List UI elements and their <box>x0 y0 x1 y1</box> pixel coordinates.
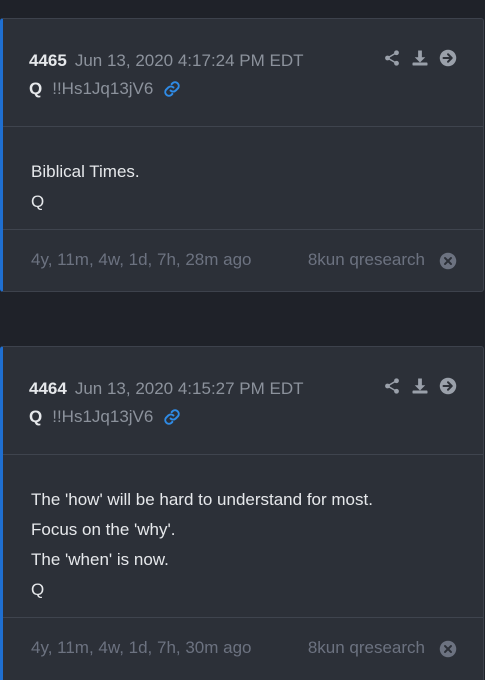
post-body-line: The 'when' is now. <box>31 550 169 569</box>
post-timestamp: Jun 13, 2020 4:17:24 PM EDT <box>74 51 304 70</box>
post-body: Biblical Times. Q <box>3 127 483 229</box>
post-timestamp: Jun 13, 2020 4:15:27 PM EDT <box>74 379 304 398</box>
post-number[interactable]: 4464 <box>29 379 67 398</box>
post-body-line: Q <box>31 580 45 599</box>
post-meta: 4465 Jun 13, 2020 4:17:24 PM EDT <box>29 51 304 71</box>
share-icon[interactable] <box>383 377 401 395</box>
post-author: Q <box>29 407 43 426</box>
post-card: 4464 Jun 13, 2020 4:15:27 PM EDT Q !!Hs1J… <box>0 346 484 680</box>
close-circle-icon[interactable] <box>439 640 457 658</box>
post-body: The 'how' will be hard to understand for… <box>3 455 483 617</box>
post-age: 4y, 11m, 4w, 1d, 7h, 30m ago <box>31 638 252 657</box>
link-icon[interactable] <box>163 80 181 98</box>
post-tripcode: !!Hs1Jq13jV6 <box>52 407 154 426</box>
post-tripcode: !!Hs1Jq13jV6 <box>52 79 154 98</box>
post-age: 4y, 11m, 4w, 1d, 7h, 28m ago <box>31 250 252 269</box>
download-icon[interactable] <box>411 49 429 67</box>
post-body-line: Focus on the 'why'. <box>31 520 176 539</box>
post-feed: 4465 Jun 13, 2020 4:17:24 PM EDT Q !!Hs1J… <box>0 0 485 680</box>
arrow-right-circle-icon[interactable] <box>439 49 457 67</box>
post-actions <box>383 377 457 395</box>
post-body-line: Q <box>31 192 45 211</box>
link-icon[interactable] <box>163 408 181 426</box>
post-author-line: Q !!Hs1Jq13jV6 <box>29 79 181 99</box>
post-meta: 4464 Jun 13, 2020 4:15:27 PM EDT <box>29 379 304 399</box>
post-footer: 4y, 11m, 4w, 1d, 7h, 30m ago 8kun qresea… <box>3 617 483 680</box>
post-footer: 4y, 11m, 4w, 1d, 7h, 28m ago 8kun qresea… <box>3 229 483 293</box>
post-actions <box>383 49 457 67</box>
post-source[interactable]: 8kun qresearch <box>308 638 425 658</box>
download-icon[interactable] <box>411 377 429 395</box>
post-card: 4465 Jun 13, 2020 4:17:24 PM EDT Q !!Hs1J… <box>0 18 484 292</box>
post-body-line: The 'how' will be hard to understand for… <box>31 490 373 509</box>
post-header: 4464 Jun 13, 2020 4:15:27 PM EDT Q !!Hs1J… <box>3 347 483 455</box>
post-header: 4465 Jun 13, 2020 4:17:24 PM EDT Q !!Hs1J… <box>3 19 483 127</box>
arrow-right-circle-icon[interactable] <box>439 377 457 395</box>
post-body-line: Biblical Times. <box>31 162 140 181</box>
post-author-line: Q !!Hs1Jq13jV6 <box>29 407 181 427</box>
post-number[interactable]: 4465 <box>29 51 67 70</box>
share-icon[interactable] <box>383 49 401 67</box>
close-circle-icon[interactable] <box>439 252 457 270</box>
post-author: Q <box>29 79 43 98</box>
post-source[interactable]: 8kun qresearch <box>308 250 425 270</box>
